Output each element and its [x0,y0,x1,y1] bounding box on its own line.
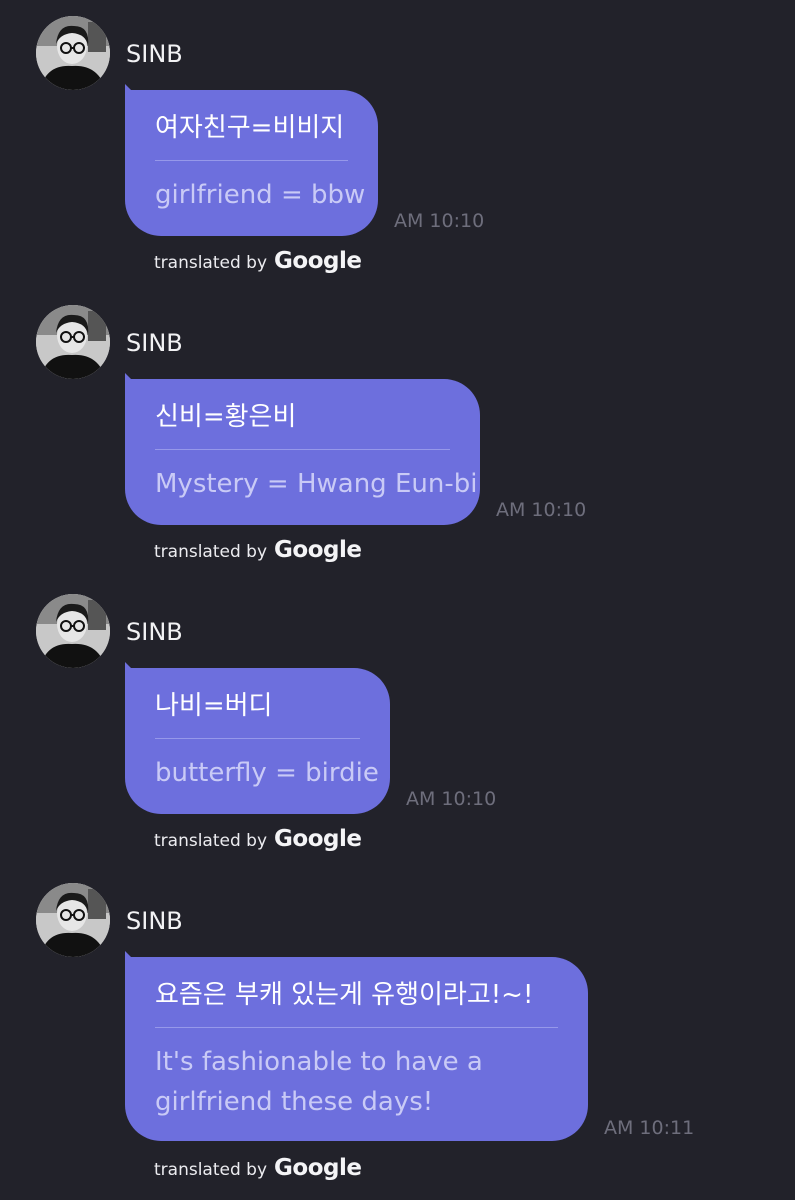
sender-name: SINB [126,40,183,68]
timestamp: AM 10:10 [394,210,485,232]
timestamp: AM 10:10 [406,788,497,810]
original-text: 여자친구=비비지 [155,113,345,143]
translated-text: Mystery = Hwang Eun-bi [155,469,478,499]
divider [155,449,450,450]
avatar[interactable] [36,16,110,90]
credit-text: translated by [154,542,268,562]
message-bubble[interactable]: 신비=황은비 Mystery = Hwang Eun-bi [125,373,480,525]
chat-message: SINB 신비=황은비 Mystery = Hwang Eun-bi AM 10… [0,305,795,575]
avatar[interactable] [36,883,110,957]
translated-text-line-1: It's fashionable to have a [155,1047,483,1077]
timestamp: AM 10:10 [496,499,587,521]
translation-credit: translated by Google [154,826,362,852]
google-logo: Google [274,1155,362,1181]
timestamp: AM 10:11 [604,1117,695,1139]
translated-text: butterfly = birdie [155,758,379,788]
credit-text: translated by [154,253,268,273]
original-text: 나비=버디 [155,691,273,721]
sender-name: SINB [126,329,183,357]
original-text: 신비=황은비 [155,402,297,432]
divider [155,160,348,161]
credit-text: translated by [154,1160,268,1180]
message-bubble[interactable]: 여자친구=비비지 girlfriend = bbw [125,84,378,236]
translation-credit: translated by Google [154,1155,362,1181]
google-logo: Google [274,248,362,274]
translation-credit: translated by Google [154,537,362,563]
avatar[interactable] [36,594,110,668]
avatar[interactable] [36,305,110,379]
translated-text: girlfriend = bbw [155,180,366,210]
credit-text: translated by [154,831,268,851]
message-bubble[interactable]: 나비=버디 butterfly = birdie [125,662,390,814]
google-logo: Google [274,537,362,563]
original-text: 요즘은 부캐 있는게 유행이라고!~! [155,980,534,1010]
message-bubble[interactable]: 요즘은 부캐 있는게 유행이라고!~! It's fashionable to … [125,951,588,1141]
chat-message: SINB 요즘은 부캐 있는게 유행이라고!~! It's fashionabl… [0,883,795,1193]
sender-name: SINB [126,907,183,935]
chat-message: SINB 여자친구=비비지 girlfriend = bbw AM 10:10 … [0,16,795,286]
divider [155,738,360,739]
chat-message: SINB 나비=버디 butterfly = birdie AM 10:10 t… [0,594,795,864]
translation-credit: translated by Google [154,248,362,274]
translated-text-line-2: girlfriend these days! [155,1087,434,1117]
sender-name: SINB [126,618,183,646]
divider [155,1027,558,1028]
google-logo: Google [274,826,362,852]
